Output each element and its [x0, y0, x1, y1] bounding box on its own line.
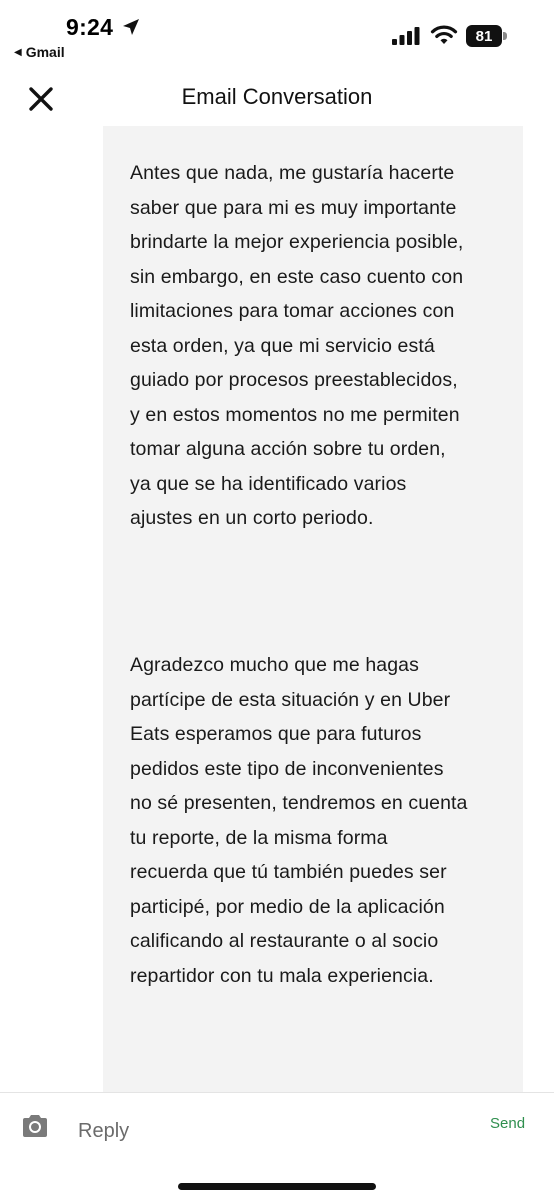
message-line: repartidor con tu mala experiencia.	[130, 964, 434, 987]
message-line: tomar alguna acción sobre tu orden,	[130, 438, 446, 460]
message-line: guiado por procesos preestablecidos,	[130, 369, 458, 391]
battery-level: 81	[466, 25, 502, 47]
message-line: y en estos momentos no me permiten	[130, 403, 460, 426]
reply-composer: Send	[0, 1092, 554, 1172]
message-line: brindarte la mejor experiencia posible,	[130, 231, 464, 253]
top-bar: Email Conversation	[0, 70, 554, 126]
camera-icon[interactable]	[20, 1113, 50, 1139]
message-line: calificando al restaurante o al socio	[130, 930, 439, 952]
message-paragraph-2: Agradezco mucho que me hagas partícipe d…	[130, 648, 510, 993]
status-time: 9:24	[66, 14, 114, 40]
message-line: limitaciones para tomar acciones con	[130, 300, 455, 322]
message-line: saber que para mi es muy importante	[130, 196, 457, 219]
message-line: ajustes en un corto periodo.	[130, 507, 374, 529]
message-line: sin embargo, en este caso cuento con	[130, 265, 464, 288]
back-app-label: Gmail	[25, 44, 65, 60]
message-line: Agradezco mucho que me hagas	[130, 654, 419, 676]
message-line: Antes que nada, me gustaría hacerte	[130, 162, 455, 184]
message-line: tu reporte, de la misma forma	[130, 826, 388, 849]
message-paragraph-1: Antes que nada, me gustaría hacerte sabe…	[130, 156, 510, 536]
message-line: pedidos este tipo de inconvenientes	[130, 757, 444, 780]
message-line: Eats esperamos que para futuros	[130, 723, 422, 745]
status-bar: 9:24 ◀ Gmail 81	[0, 0, 554, 70]
wifi-icon	[430, 25, 458, 44]
battery-cap	[503, 32, 507, 40]
location-arrow-icon	[123, 19, 139, 35]
battery-indicator: 81	[466, 25, 508, 47]
back-triangle-icon: ◀	[14, 46, 22, 58]
reply-input[interactable]	[78, 1117, 458, 1145]
home-indicator[interactable]	[178, 1183, 376, 1190]
message-line: recuerda que tú también puedes ser	[130, 861, 447, 883]
cellular-signal-icon	[392, 27, 420, 45]
page-title: Email Conversation	[181, 84, 373, 109]
message-line: ya que se ha identificado varios	[130, 472, 407, 495]
message-line: no sé presenten, tendremos en cuenta	[130, 792, 468, 814]
message-line: esta orden, ya que mi servicio está	[130, 334, 435, 357]
back-to-gmail-link[interactable]: ◀ Gmail	[14, 44, 65, 60]
message-line: participé, por medio de la aplicación	[130, 895, 445, 918]
message-line: partícipe de esta situación y en Uber	[130, 688, 451, 711]
message-bubble: Antes que nada, me gustaría hacerte sabe…	[103, 126, 523, 1092]
send-button[interactable]: Send	[490, 1115, 525, 1132]
